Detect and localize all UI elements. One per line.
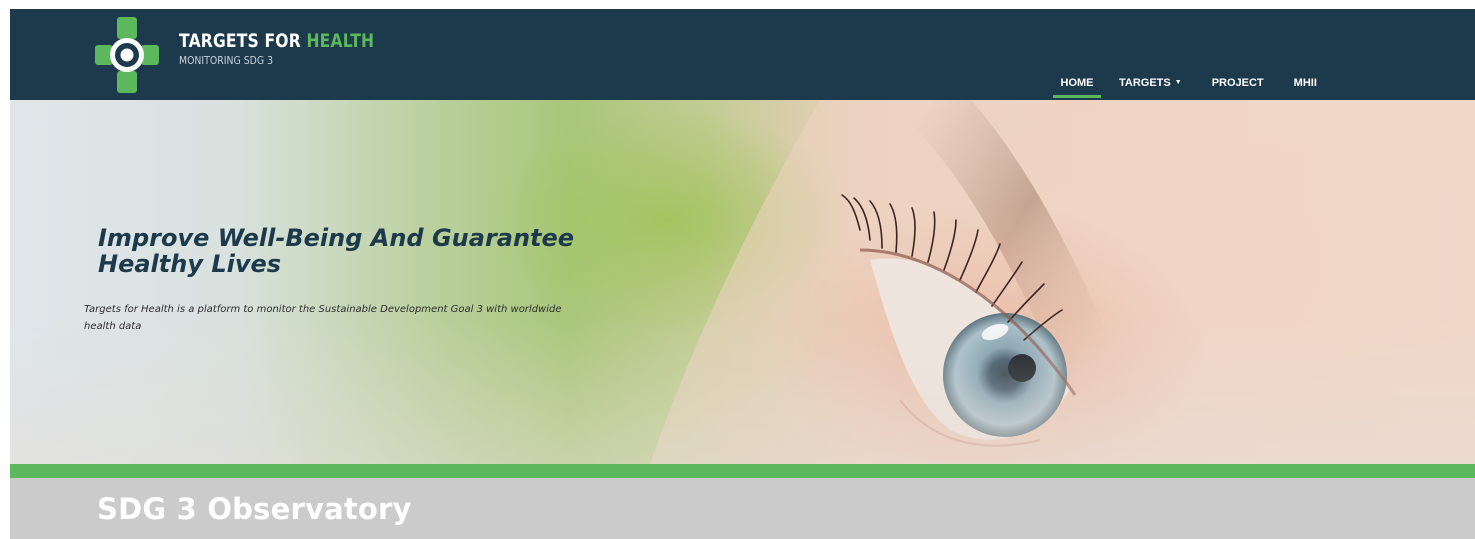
main-nav: HOME TARGETS ▼ PROJECT MHII [1053, 75, 1329, 98]
logo-cross-icon[interactable] [95, 17, 159, 93]
nav-home[interactable]: HOME [1053, 75, 1101, 98]
brand[interactable]: TARGETS FOR HEALTH MONITORING SDG 3 [179, 30, 417, 69]
top-navbar: TARGETS FOR HEALTH MONITORING SDG 3 HOME… [10, 9, 1475, 100]
hero-title: Improve Well-Being And Guarantee Healthy… [98, 224, 575, 278]
page-frame: TARGETS FOR HEALTH MONITORING SDG 3 HOME… [10, 9, 1475, 539]
nav-mhii[interactable]: MHII [1282, 75, 1329, 91]
nav-project[interactable]: PROJECT [1200, 75, 1276, 91]
observatory-header: SDG 3 Observatory [10, 478, 1475, 539]
hero-description: Targets for Health is a platform to moni… [84, 304, 562, 332]
brand-title: TARGETS FOR HEALTH [179, 30, 374, 52]
brand-title-part2: HEALTH [306, 30, 375, 52]
caret-down-icon: ▼ [1174, 79, 1182, 86]
nav-project-label: PROJECT [1211, 77, 1264, 89]
brand-subtitle: MONITORING SDG 3 [179, 54, 274, 67]
hero-banner: Improve Well-Being And Guarantee Healthy… [10, 100, 1475, 464]
nav-targets-label: TARGETS [1119, 77, 1171, 89]
green-divider [10, 464, 1475, 478]
brand-title-part1: TARGETS FOR [179, 30, 301, 52]
nav-targets[interactable]: TARGETS ▼ [1107, 75, 1194, 91]
hero-fade-overlay [10, 100, 1475, 464]
section-title: SDG 3 Observatory [97, 492, 412, 526]
nav-mhii-label: MHII [1293, 77, 1317, 89]
nav-home-label: HOME [1060, 77, 1094, 89]
